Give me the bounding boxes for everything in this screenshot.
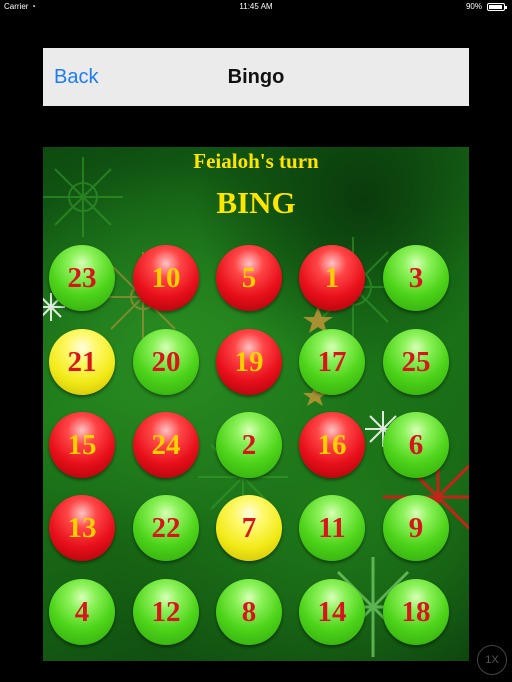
ball-number: 15 [67, 428, 97, 461]
bingo-ball[interactable]: 17 [299, 329, 365, 395]
bingo-ball[interactable]: 21 [49, 329, 115, 395]
navigation-bar: Back Bingo [43, 48, 469, 106]
ball-number: 12 [151, 595, 181, 628]
bingo-ball[interactable]: 24 [133, 412, 199, 478]
bingo-ball[interactable]: 22 [133, 495, 199, 561]
bingo-ball[interactable]: 3 [383, 245, 449, 311]
bingo-ball[interactable]: 11 [299, 495, 365, 561]
ball-number: 3 [408, 261, 424, 294]
bingo-ball[interactable]: 13 [49, 495, 115, 561]
back-button[interactable]: Back [54, 48, 98, 106]
ball-number: 6 [408, 428, 424, 461]
bingo-ball[interactable]: 8 [216, 579, 282, 645]
bingo-ball[interactable]: 12 [133, 579, 199, 645]
bingo-ball[interactable]: 6 [383, 412, 449, 478]
bingo-ball[interactable]: 23 [49, 245, 115, 311]
ball-number: 10 [151, 261, 181, 294]
bingo-ball[interactable]: 2 [216, 412, 282, 478]
battery-percent: 90% [465, 2, 482, 11]
ball-number: 23 [67, 261, 97, 294]
zoom-1x-button[interactable]: 1X [477, 645, 507, 675]
turn-indicator: Feialoh's turn [193, 149, 319, 173]
battery-icon [487, 3, 507, 11]
ball-number: 17 [317, 345, 347, 378]
bingo-ball[interactable]: 5 [216, 245, 282, 311]
ball-number: 16 [317, 428, 347, 461]
ball-number: 24 [151, 428, 181, 461]
bingo-ball[interactable]: 9 [383, 495, 449, 561]
ball-number: 5 [241, 261, 257, 294]
bingo-ball[interactable]: 20 [133, 329, 199, 395]
ball-number: 19 [234, 345, 264, 378]
ball-number: 8 [241, 595, 257, 628]
ball-number: 2 [241, 428, 257, 461]
ball-number: 9 [408, 511, 424, 544]
bingo-ball[interactable]: 19 [216, 329, 282, 395]
status-bar: Carrier ◔ 11:45 AM 90% [0, 0, 512, 14]
ball-number: 11 [318, 511, 346, 544]
bingo-ball[interactable]: 15 [49, 412, 115, 478]
ball-number: 21 [67, 345, 97, 378]
bingo-ball[interactable]: 14 [299, 579, 365, 645]
bingo-ball[interactable]: 4 [49, 579, 115, 645]
bingo-ball[interactable]: 10 [133, 245, 199, 311]
bingo-ball[interactable]: 25 [383, 329, 449, 395]
ball-number: 7 [241, 511, 257, 544]
status-time: 11:45 AM [239, 2, 273, 11]
ball-number: 14 [317, 595, 347, 628]
bingo-ball[interactable]: 7 [216, 495, 282, 561]
ball-number: 1 [324, 261, 340, 294]
ball-number: 4 [74, 595, 90, 628]
bingo-ball[interactable]: 18 [383, 579, 449, 645]
ball-number: 25 [401, 345, 431, 378]
bingo-ball[interactable]: 1 [299, 245, 365, 311]
ball-number: 22 [151, 511, 181, 544]
ball-number: 20 [151, 345, 181, 378]
ball-number: 18 [401, 595, 431, 628]
ball-number: 13 [67, 511, 97, 544]
page-title: Bingo [227, 66, 285, 88]
bingo-progress: BING [216, 185, 296, 220]
bingo-ball[interactable]: 16 [299, 412, 365, 478]
bingo-board: Feialoh's turn BING 23 10 5 1 3 21 20 19 17 25 15 2… [43, 147, 469, 661]
